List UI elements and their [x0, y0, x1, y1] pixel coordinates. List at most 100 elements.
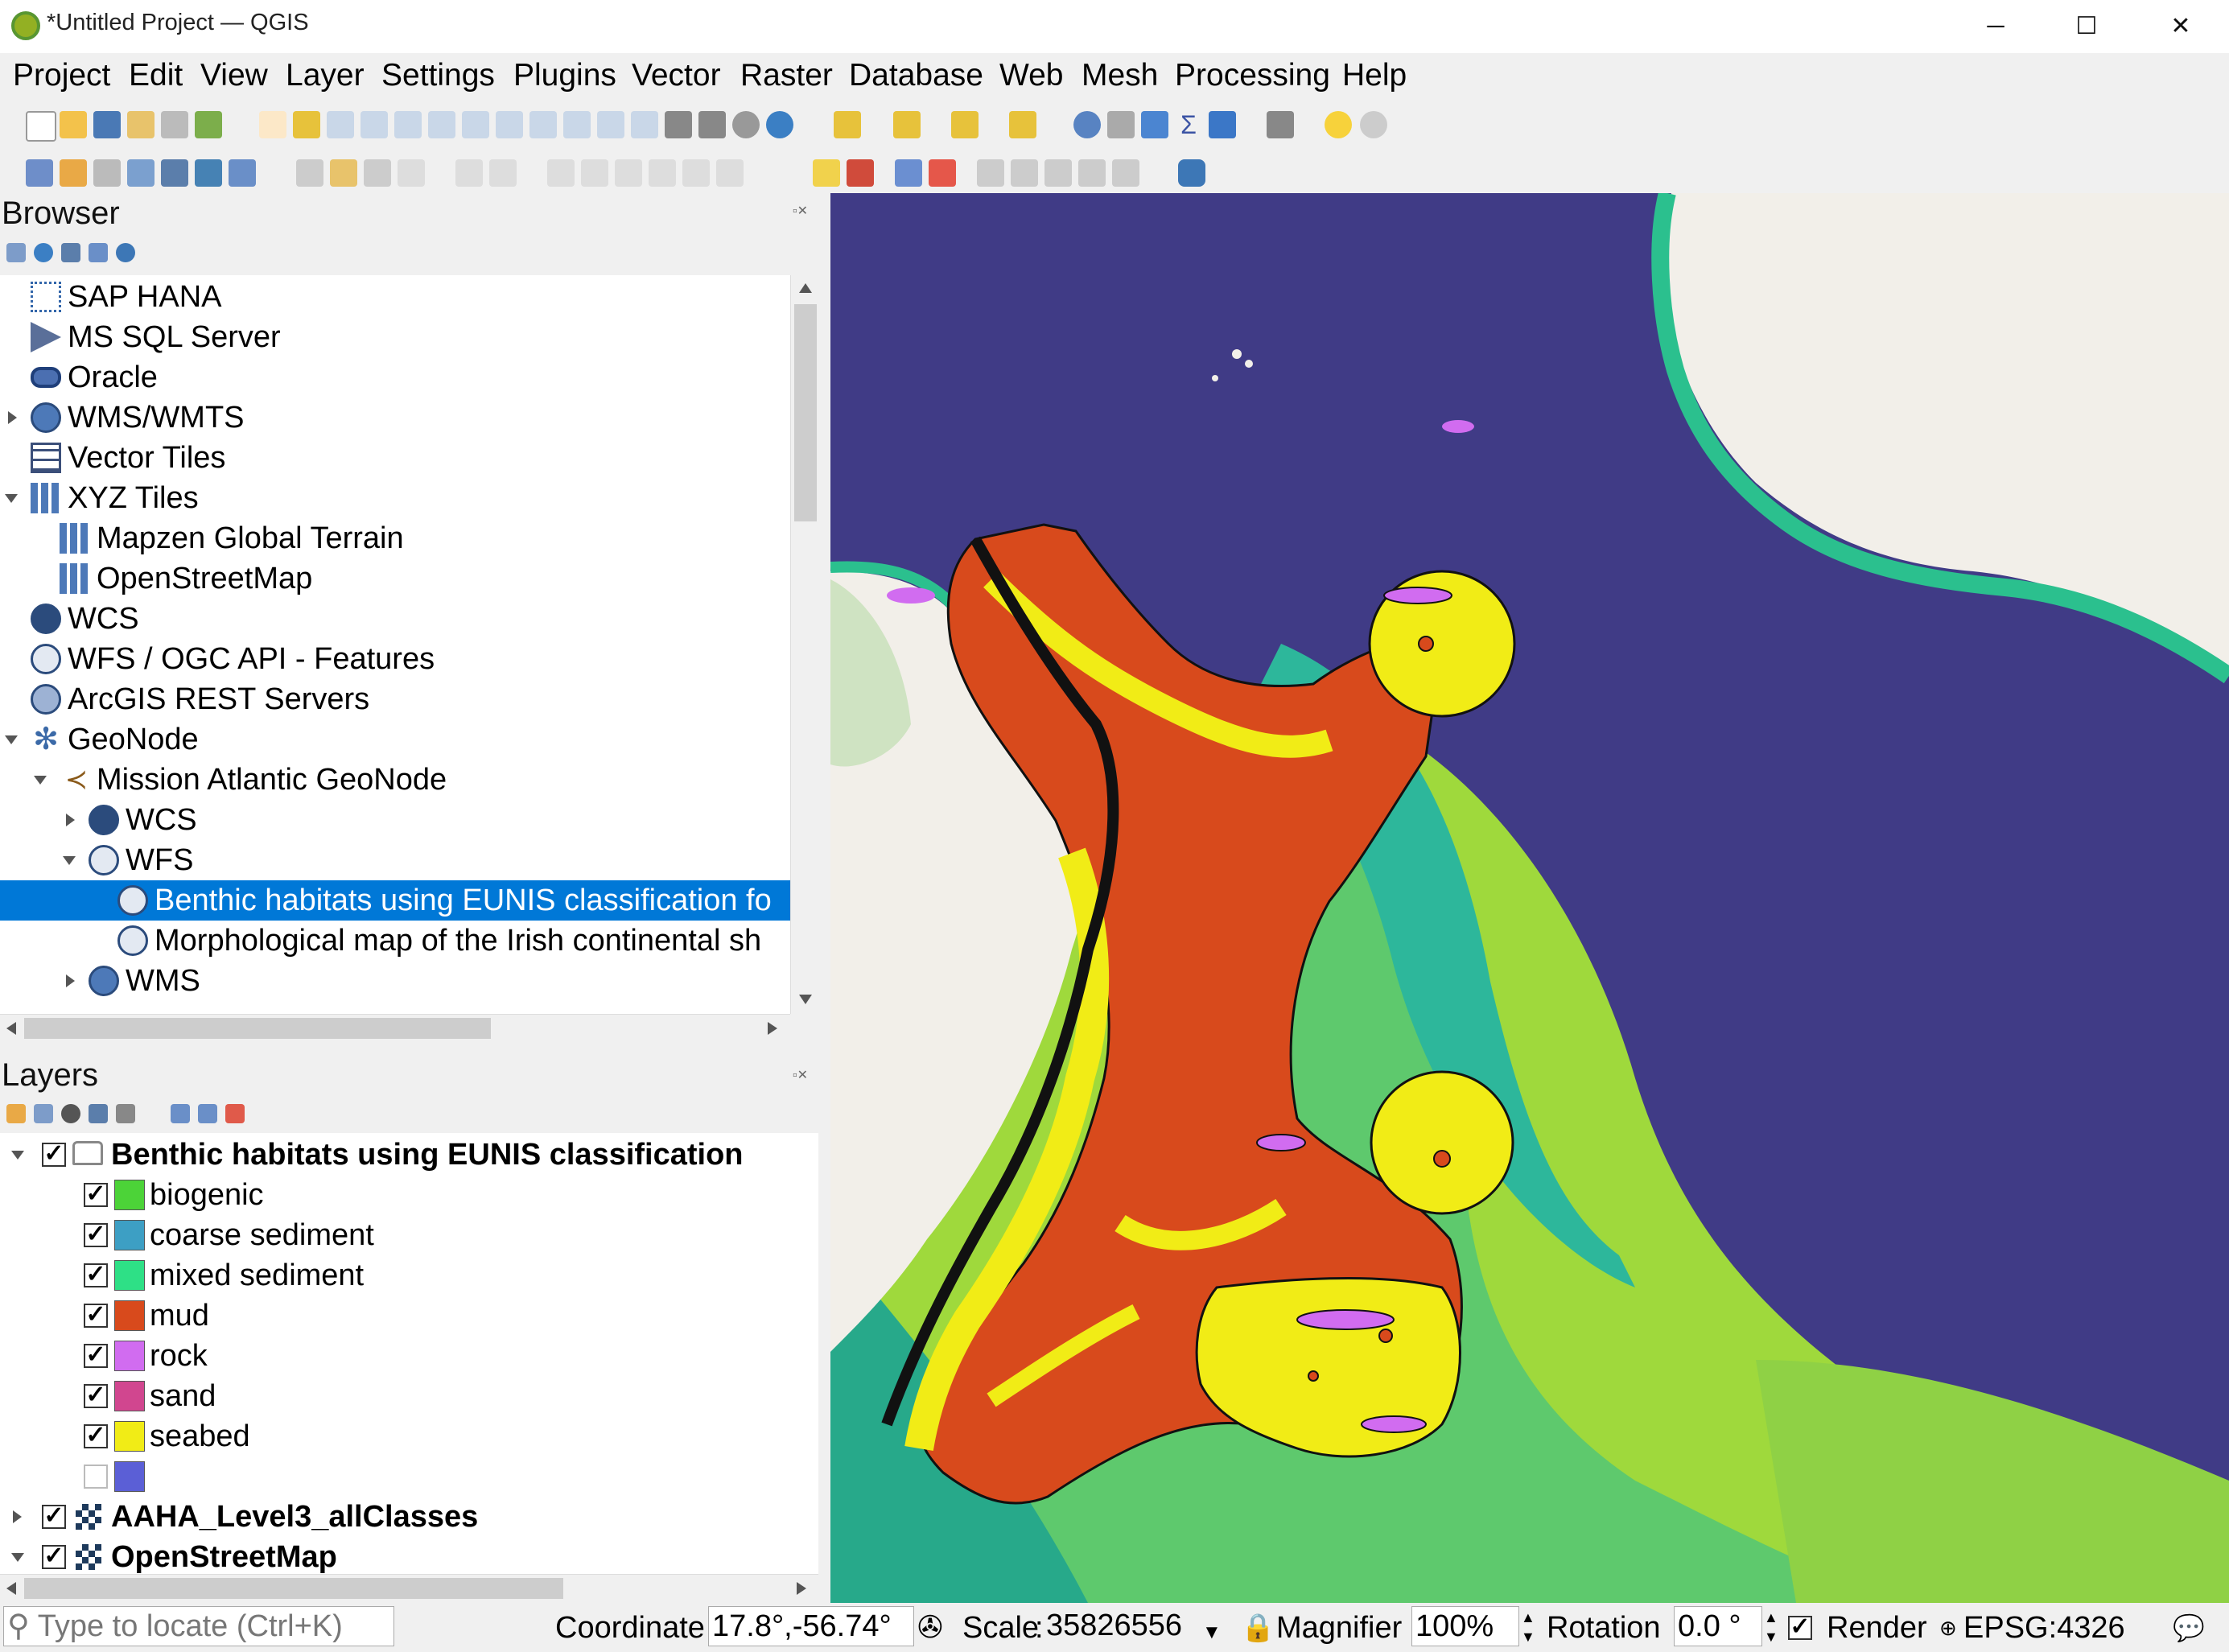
extents-toggle-icon[interactable]: ✇ — [917, 1609, 943, 1646]
legend-item-other[interactable] — [0, 1456, 818, 1497]
expand-all-icon[interactable] — [171, 1104, 190, 1123]
zoom-last-icon[interactable] — [563, 111, 591, 138]
browser-item-vector-tiles[interactable]: Vector Tiles — [0, 438, 790, 478]
browser-item-wms-wmts[interactable]: WMS/WMTS — [0, 398, 790, 438]
browser-panel-float-icon[interactable]: ▫✕ — [793, 203, 808, 219]
collapse-arrow-icon[interactable] — [5, 735, 18, 744]
refresh-icon[interactable] — [766, 111, 793, 138]
new-virtual-layer-icon[interactable] — [195, 159, 222, 187]
zoom-full-icon[interactable] — [428, 111, 455, 138]
vertex-tool-icon[interactable] — [455, 159, 483, 187]
add-feature-icon[interactable] — [398, 159, 425, 187]
scroll-right-icon[interactable] — [768, 1022, 777, 1035]
locator-icon[interactable] — [1360, 111, 1387, 138]
new-mesh-icon[interactable] — [229, 159, 256, 187]
add-group-icon[interactable] — [34, 1104, 53, 1123]
new-geopackage-icon[interactable] — [60, 159, 87, 187]
layer-visibility-checkbox[interactable]: ✓ — [42, 1504, 66, 1529]
label-properties-icon[interactable] — [1112, 159, 1139, 187]
zoom-in-icon[interactable] — [327, 111, 354, 138]
statistics-icon[interactable]: Σ — [1175, 111, 1202, 138]
browser-item-arcgis[interactable]: ArcGIS REST Servers — [0, 679, 790, 719]
browser-item-wfs[interactable]: WFS / OGC API - Features — [0, 639, 790, 679]
layer-visibility-checkbox[interactable]: ✓ — [42, 1142, 66, 1167]
attribute-table-icon[interactable] — [1107, 111, 1135, 138]
bookmark-icon[interactable] — [698, 111, 726, 138]
diagram-toolbar-icon[interactable] — [847, 159, 874, 187]
filter-legend-icon[interactable] — [89, 1104, 108, 1123]
menu-database[interactable]: Database — [849, 58, 983, 93]
collapse-arrow-icon[interactable] — [34, 776, 47, 785]
browser-horizontal-scrollbar[interactable] — [0, 1014, 790, 1042]
chevron-down-icon[interactable]: ▼ — [1202, 1614, 1222, 1651]
digitize-icon[interactable] — [296, 159, 323, 187]
browser-vertical-scrollbar[interactable] — [790, 275, 820, 1014]
zoom-out-icon[interactable] — [361, 111, 388, 138]
legend-item-mixed-sediment[interactable]: ✓ mixed sediment — [0, 1255, 818, 1296]
legend-item-biogenic[interactable]: ✓ biogenic — [0, 1175, 818, 1215]
scrollbar-thumb[interactable] — [24, 1578, 563, 1599]
collapse-arrow-icon[interactable] — [11, 1151, 24, 1160]
magnifier-spinbox[interactable]: 100% — [1411, 1606, 1519, 1646]
new-spatialite-icon[interactable] — [127, 159, 155, 187]
browser-item-xyz-tiles[interactable]: XYZ Tiles — [0, 478, 790, 518]
collapse-arrow-icon[interactable] — [11, 1553, 24, 1562]
locator-search-input[interactable]: ⚲ Type to locate (Ctrl+K) — [3, 1606, 394, 1646]
layout-manager-icon[interactable] — [161, 111, 188, 138]
legend-item-sand[interactable]: ✓ sand — [0, 1376, 818, 1416]
add-selected-layers-icon[interactable] — [6, 243, 26, 262]
class-visibility-checkbox[interactable]: ✓ — [84, 1423, 108, 1448]
info-icon[interactable] — [116, 243, 135, 262]
menu-settings[interactable]: Settings — [381, 58, 495, 93]
class-visibility-checkbox[interactable]: ✓ — [84, 1343, 108, 1368]
remove-layer-icon[interactable] — [225, 1104, 245, 1123]
temporal-controller-icon[interactable] — [665, 111, 692, 138]
filter-icon[interactable] — [61, 243, 80, 262]
class-visibility-checkbox[interactable]: ✓ — [84, 1222, 108, 1247]
manage-visibility-icon[interactable] — [61, 1104, 80, 1123]
scale-combobox[interactable]: 35826556 — [1043, 1606, 1228, 1646]
magnifier-stepper-icon[interactable]: ▲ ▼ — [1521, 1608, 1535, 1646]
zoom-next-icon[interactable] — [597, 111, 624, 138]
browser-item-wcs[interactable]: WCS — [0, 599, 790, 639]
menu-vector[interactable]: Vector — [632, 58, 721, 93]
layer-openstreetmap[interactable]: ✓ OpenStreetMap — [0, 1537, 818, 1574]
undo-icon[interactable] — [682, 159, 710, 187]
rotate-label-icon[interactable] — [1044, 159, 1072, 187]
browser-item-benthic-habitats[interactable]: Benthic habitats using EUNIS classificat… — [0, 880, 790, 921]
menu-web[interactable]: Web — [999, 58, 1064, 93]
style-layer-icon[interactable] — [6, 1104, 26, 1123]
open-project-icon[interactable] — [60, 111, 87, 138]
paste-features-icon[interactable] — [649, 159, 676, 187]
refresh-icon[interactable] — [34, 243, 53, 262]
expand-arrow-icon[interactable] — [13, 1510, 22, 1523]
toolbox-icon[interactable] — [1141, 111, 1168, 138]
new-print-layout-icon[interactable] — [127, 111, 155, 138]
select-location-icon[interactable] — [1009, 111, 1036, 138]
zoom-layer-icon[interactable] — [496, 111, 523, 138]
change-label-icon[interactable] — [1078, 159, 1106, 187]
rotation-stepper-icon[interactable]: ▲ ▼ — [1764, 1608, 1778, 1646]
class-visibility-checkbox[interactable]: ✓ — [84, 1383, 108, 1408]
collapse-all-icon[interactable] — [89, 243, 108, 262]
new-temp-layer-icon[interactable] — [161, 159, 188, 187]
menu-raster[interactable]: Raster — [740, 58, 833, 93]
legend-item-seabed[interactable]: ✓ seabed — [0, 1416, 818, 1456]
browser-item-mission-atlantic[interactable]: ≺ Mission Atlantic GeoNode — [0, 760, 790, 800]
legend-item-coarse-sediment[interactable]: ✓ coarse sediment — [0, 1215, 818, 1255]
label-toolbar-icon[interactable] — [813, 159, 840, 187]
scrollbar-thumb[interactable] — [794, 304, 817, 521]
browser-item-geonode-wcs[interactable]: WCS — [0, 800, 790, 840]
map-canvas[interactable] — [830, 193, 2229, 1603]
class-visibility-checkbox[interactable]: ✓ — [84, 1303, 108, 1328]
menu-processing[interactable]: Processing — [1175, 58, 1330, 93]
cut-features-icon[interactable] — [581, 159, 608, 187]
browser-item-geonode[interactable]: ✻ GeoNode — [0, 719, 790, 760]
move-label-icon[interactable] — [1011, 159, 1038, 187]
style-manager-icon[interactable] — [195, 111, 222, 138]
expand-arrow-icon[interactable] — [8, 411, 17, 424]
crs-globe-icon[interactable]: ⊕ — [1939, 1609, 1957, 1646]
show-hide-labels-icon[interactable] — [977, 159, 1004, 187]
data-source-manager-icon[interactable] — [26, 159, 53, 187]
browser-item-mapzen[interactable]: Mapzen Global Terrain — [0, 518, 790, 558]
